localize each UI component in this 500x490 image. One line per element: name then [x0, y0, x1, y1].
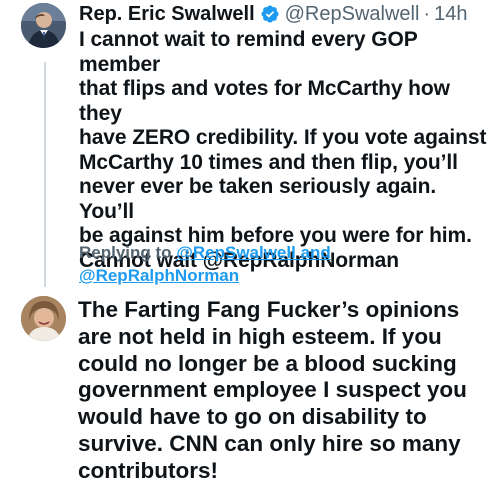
replying-to-context: Replying to @RepSwalwell and @RepRalphNo… — [79, 241, 479, 287]
reply-tweet[interactable]: The Farting Fang Fucker’s opinions are n… — [78, 297, 490, 485]
separator-dot: · — [423, 3, 431, 25]
verified-badge-icon — [260, 4, 280, 24]
original-tweet[interactable]: Rep. Eric Swalwell @RepSwalwell · 14h I … — [79, 2, 491, 273]
tweet-header: Rep. Eric Swalwell @RepSwalwell · 14h — [79, 2, 491, 26]
thread-connector-line — [44, 62, 46, 287]
avatar[interactable] — [21, 3, 66, 48]
tweet-text: I cannot wait to remind every GOP member… — [79, 28, 487, 272]
author-name[interactable]: Rep. Eric Swalwell — [79, 2, 255, 26]
author-handle[interactable]: @RepSwalwell — [285, 2, 420, 26]
mention-link-swalwell[interactable]: @RepSwalwell and — [176, 243, 331, 262]
replying-to-label: Replying to — [79, 243, 177, 262]
avatar[interactable] — [21, 296, 66, 341]
avatar-photo — [21, 3, 66, 48]
mention-link-norman[interactable]: @RepRalphNorman — [79, 266, 239, 285]
avatar-photo — [21, 296, 66, 341]
tweet-timestamp[interactable]: 14h — [434, 2, 467, 26]
reply-tweet-text: The Farting Fang Fucker’s opinions are n… — [78, 297, 467, 483]
